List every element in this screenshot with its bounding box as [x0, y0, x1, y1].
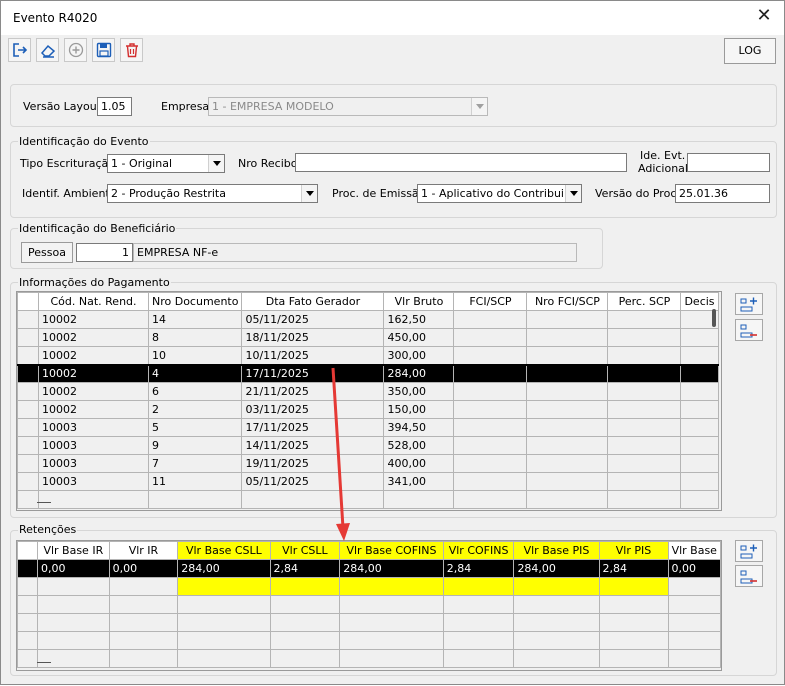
annotation-arrow-icon: [331, 367, 350, 541]
evento-window: Evento R4020 ✕ LOG Versão Layout 1.05 Em…: [0, 0, 785, 685]
